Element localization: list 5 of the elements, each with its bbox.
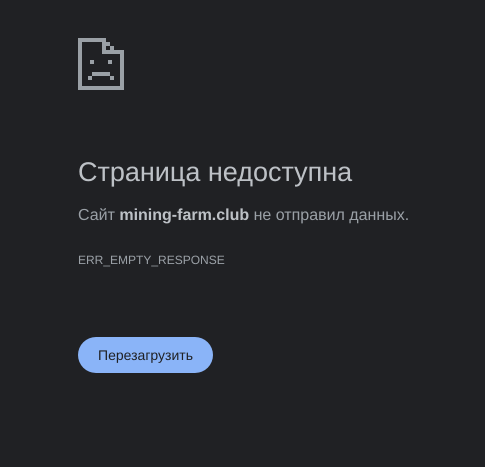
error-code: ERR_EMPTY_RESPONSE [78, 252, 225, 269]
page-title: Страница недоступна [78, 156, 352, 189]
error-message: Сайт mining-farm.club не отправил данных. [78, 206, 410, 226]
reload-button[interactable]: Перезагрузить [78, 337, 213, 373]
sad-page-icon [78, 38, 124, 90]
